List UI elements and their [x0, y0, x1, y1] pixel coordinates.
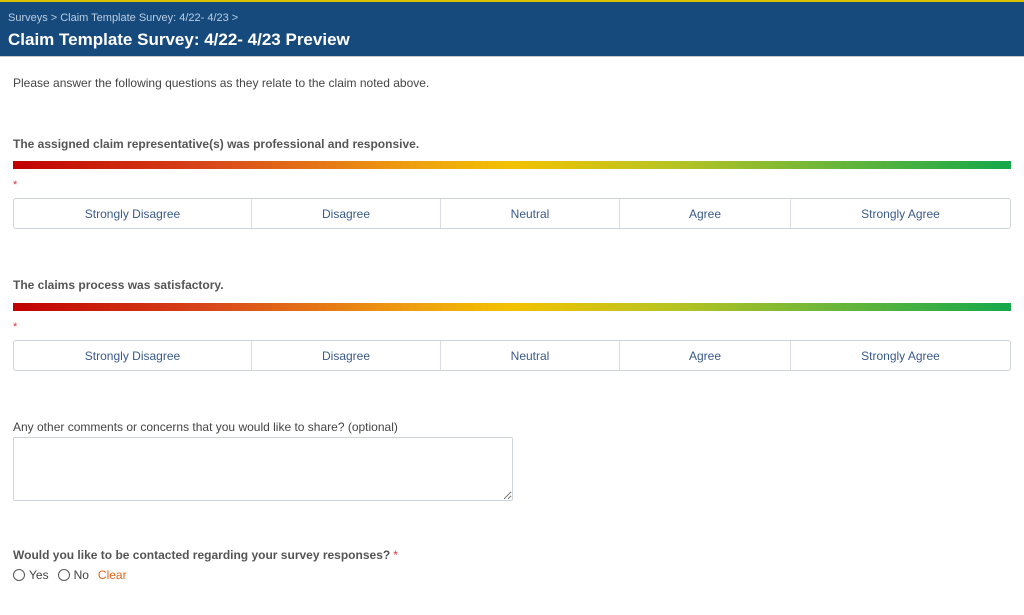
breadcrumb-surveys[interactable]: Surveys — [8, 12, 48, 24]
required-marker: * — [13, 179, 18, 191]
question-1-options: Strongly Disagree Disagree Neutral Agree… — [13, 198, 1011, 229]
question-2-options: Strongly Disagree Disagree Neutral Agree… — [13, 340, 1011, 371]
option-strongly-disagree[interactable]: Strongly Disagree — [14, 199, 252, 228]
breadcrumb-separator: > — [50, 12, 58, 24]
page-header: Surveys > Claim Template Survey: 4/22- 4/2… — [0, 2, 1024, 57]
breadcrumb: Surveys > Claim Template Survey: 4/22- 4/2… — [8, 12, 1016, 25]
radio-yes-label[interactable]: Yes — [29, 568, 49, 582]
clear-link[interactable]: Clear — [98, 568, 127, 582]
question-1-label: The assigned claim representative(s) was… — [13, 137, 420, 151]
page-title: Claim Template Survey: 4/22- 4/23 Previe… — [8, 30, 350, 49]
contact-question-label: Would you like to be contacted regarding… — [13, 548, 398, 562]
comments-label: Any other comments or concerns that you … — [13, 420, 398, 434]
required-marker: * — [13, 321, 18, 333]
radio-no-label[interactable]: No — [74, 568, 89, 582]
option-strongly-disagree[interactable]: Strongly Disagree — [14, 341, 252, 370]
contact-question-text: Would you like to be contacted regarding… — [13, 548, 391, 562]
option-disagree[interactable]: Disagree — [252, 341, 441, 370]
required-marker: * — [393, 548, 398, 562]
option-neutral[interactable]: Neutral — [441, 199, 620, 228]
intro-text: Please answer the following questions as… — [13, 76, 430, 90]
radio-no[interactable]: No — [57, 568, 89, 582]
radio-yes[interactable]: Yes — [13, 568, 49, 582]
option-agree[interactable]: Agree — [620, 199, 791, 228]
option-strongly-agree[interactable]: Strongly Agree — [791, 199, 1010, 228]
breadcrumb-separator: > — [231, 12, 239, 24]
rating-scale-bar — [13, 303, 1011, 311]
option-disagree[interactable]: Disagree — [252, 199, 441, 228]
option-strongly-agree[interactable]: Strongly Agree — [791, 341, 1010, 370]
contact-radio-group: Yes No Clear — [13, 568, 127, 582]
breadcrumb-survey[interactable]: Claim Template Survey: 4/22- 4/23 — [60, 12, 229, 24]
question-2-label: The claims process was satisfactory. — [13, 278, 224, 292]
option-neutral[interactable]: Neutral — [441, 341, 620, 370]
option-agree[interactable]: Agree — [620, 341, 791, 370]
radio-circle-icon[interactable] — [57, 569, 70, 581]
rating-scale-bar — [13, 161, 1011, 169]
radio-circle-icon[interactable] — [13, 569, 25, 581]
comments-textarea[interactable] — [13, 437, 513, 501]
